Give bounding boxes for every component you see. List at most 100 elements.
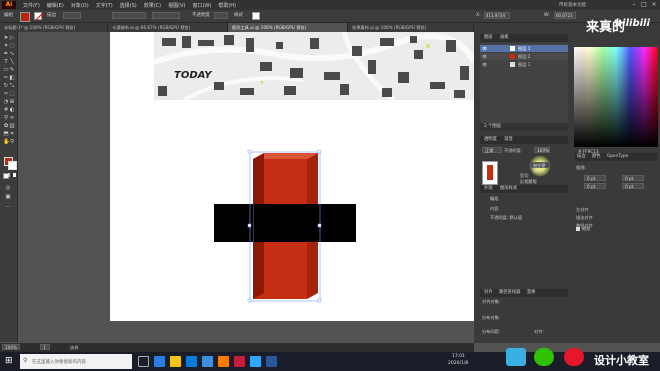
free-transform-icon[interactable]: ⬚ [9,91,15,97]
line-tool-icon[interactable]: ╲ [9,59,15,65]
map-image[interactable]: TODAY [154,32,474,100]
none-mode-icon[interactable] [13,173,16,177]
zoom-field[interactable]: 100% [2,344,20,350]
tab-doc-4[interactable]: 效果素材.ai @ 100% (RGB/GPU 预览) [348,23,474,32]
photoshop-icon[interactable] [250,356,261,367]
tab-appearance[interactable]: 外观 [484,186,493,191]
layer-name[interactable]: 图层 1 [518,46,530,52]
artboard-page-field[interactable]: 1 [40,344,50,350]
paintbrush-icon[interactable]: ✎ [9,67,15,73]
handle-tr [317,149,322,154]
maximize-icon[interactable]: □ [640,1,648,8]
menu-select[interactable]: 选择(S) [120,2,137,9]
dash-field-2[interactable]: 0 pt [622,175,644,181]
eye-icon[interactable]: 👁 [482,62,487,68]
menu-file[interactable]: 文件(F) [23,2,40,9]
eye-icon[interactable]: 👁 [482,46,487,52]
edge-icon[interactable] [154,356,165,367]
lasso-icon[interactable]: ◌ [9,43,15,49]
appearance-opacity[interactable]: 不透明度: 默认值 [490,215,522,221]
blend-tool-icon[interactable]: ∞ [9,115,15,121]
dash-field-3[interactable]: 0 pt [584,183,606,189]
eye-icon[interactable]: 👁 [482,54,487,60]
tab-color[interactable]: 颜色 [592,154,601,159]
zoom-tool-icon[interactable]: ⚲ [9,139,15,145]
menu-edit[interactable]: 编辑(E) [47,2,64,9]
stroke-weight-field[interactable] [63,12,81,19]
tab-gradient[interactable]: 渐变 [504,137,513,142]
graph-tool-icon[interactable]: ▥ [9,123,15,129]
brush-field[interactable] [152,12,180,19]
selection-type: 编组 [4,13,13,18]
menu-window[interactable]: 窗口(W) [192,2,211,9]
eraser-icon[interactable]: ◧ [9,75,15,81]
search-placeholder[interactable]: 在这里输入你要搜索的内容 [32,359,86,365]
windows-start-icon[interactable]: ⊞ [5,356,15,366]
file-explorer-icon[interactable] [170,356,181,367]
task-view-icon[interactable] [138,356,149,367]
dash-field-1[interactable]: 0 pt [584,175,606,181]
minimize-icon[interactable]: – [630,1,638,8]
opacity-input[interactable]: 100% [534,147,550,153]
workspace-switcher[interactable]: 传统基本功能 [559,2,586,8]
layer-name[interactable]: 图层 2 [518,54,530,60]
word-icon[interactable] [266,356,277,367]
app-red-icon[interactable] [234,356,245,367]
make-mask-button[interactable]: 制作蒙版 [530,162,550,173]
layer-row[interactable]: 👁 图层 1 [480,61,568,68]
scale-checkbox[interactable] [576,227,580,231]
tab-artboards[interactable]: 画板 [500,35,509,40]
slice-tool-icon[interactable]: ⌗ [9,131,15,137]
screen-mode-icon[interactable]: ▣ [5,194,11,200]
dash-field-4[interactable]: 0 pt [622,183,644,189]
gradient-tool-icon[interactable]: ◐ [9,107,15,113]
taskbar-search[interactable]: ⚲ 在这里输入你要搜索的内容 [20,354,132,369]
illustrator-icon[interactable] [218,356,229,367]
tab-doc-3[interactable]: 图形工具.ai @ 100% (RGB/GPU 预览) [228,23,348,32]
menu-effect[interactable]: 效果(C) [144,2,161,9]
clock-date[interactable]: 2020/1/8 [448,361,468,366]
tab-transparency[interactable]: 透明度 [484,137,497,142]
edit-toolbar-icon[interactable]: ⋯ [5,204,11,210]
menu-type[interactable]: 文字(T) [96,2,113,9]
tab-doc-1[interactable]: 未标题-1* @ 100% (RGB/GPU 预览) [0,23,108,32]
drawing-mode-icon[interactable]: ◎ [5,185,11,191]
stroke-swatch[interactable] [34,12,43,21]
tab-stroke[interactable]: 描边 [577,154,586,159]
wechat-icon [534,348,554,366]
tab-graphic-styles[interactable]: 图形样式 [500,186,517,191]
tab-transform[interactable]: 变换 [527,290,536,295]
menu-help[interactable]: 帮助(H) [218,2,236,9]
direct-selection-tool-icon[interactable]: ▷ [9,35,15,41]
clock-time[interactable]: 17:01 [452,354,465,359]
stroke-panel-header: 描边 颜色 OpenType [574,153,658,161]
appearance-contents[interactable]: 内容 [490,206,498,212]
layer-name[interactable]: 图层 1 [518,62,530,68]
close-icon[interactable]: × [650,1,658,8]
menu-object[interactable]: 对象(O) [71,2,89,9]
mail-icon[interactable] [202,356,213,367]
fill-swatch[interactable] [20,12,30,22]
layer-row[interactable]: 👁 图层 1 [480,45,568,52]
perspective-grid-icon[interactable]: ⊞ [9,99,15,105]
w-field[interactable]: 60.6723 [554,12,576,19]
scale-tool-icon[interactable]: ⤡ [9,83,15,89]
gradient-mode-icon[interactable] [8,173,12,177]
tab-pathfinder[interactable]: 路径查找器 [499,290,520,295]
opacity-field[interactable] [214,12,228,19]
menu-view[interactable]: 视图(V) [168,2,185,9]
tab-align[interactable]: 对齐 [484,290,493,295]
variable-width-field[interactable] [112,12,146,19]
tab-opentype[interactable]: OpenType [607,154,628,159]
color-spectrum[interactable] [574,47,658,147]
curvature-tool-icon[interactable]: ∿ [9,51,15,57]
tab-layers[interactable]: 图层 [484,35,493,40]
store-icon[interactable] [186,356,197,367]
blend-mode-select[interactable]: 正常 [482,147,502,153]
red-block-group[interactable] [200,145,370,305]
x-field[interactable]: 411.9734 [484,12,510,19]
layer-row[interactable]: 👁 图层 2 [480,53,568,60]
tab-doc-2[interactable]: 卡通城市.ai @ 66.67% (RGB/GPU 预览) [108,23,228,32]
stroke-color-icon[interactable] [8,161,17,170]
style-swatch[interactable] [252,12,260,20]
